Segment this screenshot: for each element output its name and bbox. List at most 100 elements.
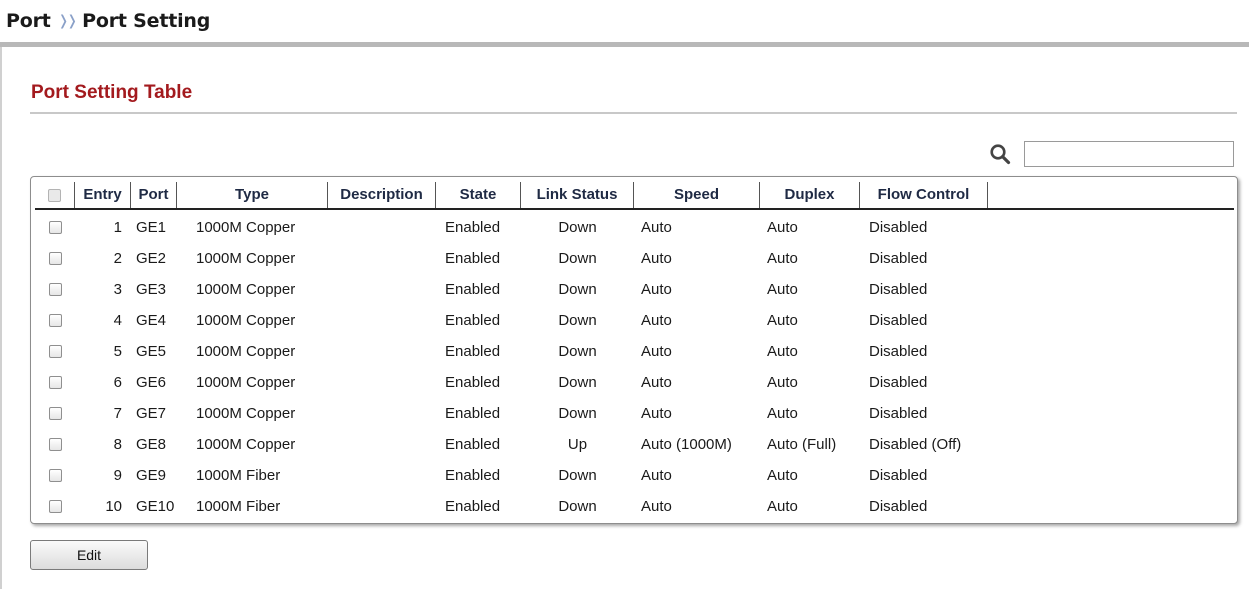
cell-entry: 1 <box>113 219 122 236</box>
search-input[interactable] <box>1024 141 1234 167</box>
cell-speed: Auto <box>641 374 672 391</box>
row-checkbox-cell <box>35 314 75 327</box>
row-checkbox[interactable] <box>48 407 62 420</box>
row-checkbox[interactable] <box>48 469 62 482</box>
cell-type: 1000M Copper <box>196 312 296 329</box>
column-header-link-status[interactable]: Link Status <box>521 182 634 208</box>
table-row[interactable]: 8 GE8 1000M Copper Enabled Up Auto (1000… <box>35 429 1234 460</box>
column-header-duplex[interactable]: Duplex <box>760 182 860 208</box>
edit-button[interactable]: Edit <box>30 540 148 570</box>
table-row[interactable]: 6 GE6 1000M Copper Enabled Down Auto Aut… <box>35 367 1234 398</box>
cell-link-status: Down <box>558 467 597 484</box>
cell-flow-control: Disabled <box>869 250 928 267</box>
cell-flow-control: Disabled (Off) <box>869 436 962 453</box>
cell-link-status: Down <box>558 281 597 298</box>
row-checkbox-cell <box>35 283 75 296</box>
cell-flow-control: Disabled <box>869 281 928 298</box>
row-checkbox[interactable] <box>48 252 62 265</box>
cell-entry: 9 <box>113 467 122 484</box>
cell-flow-control: Disabled <box>869 219 928 236</box>
row-checkbox[interactable] <box>48 438 62 451</box>
table-row[interactable]: 9 GE9 1000M Fiber Enabled Down Auto Auto… <box>35 460 1234 491</box>
row-checkbox-cell <box>35 252 75 265</box>
cell-state: Enabled <box>445 498 501 515</box>
cell-state: Enabled <box>445 436 501 453</box>
cell-link-status: Down <box>558 405 597 422</box>
table-row[interactable]: 4 GE4 1000M Copper Enabled Down Auto Aut… <box>35 305 1234 336</box>
table-body: 1 GE1 1000M Copper Enabled Down Auto Aut… <box>35 212 1234 522</box>
cell-duplex: Auto <box>767 498 798 515</box>
row-checkbox[interactable] <box>48 376 62 389</box>
cell-flow-control: Disabled <box>869 405 928 422</box>
cell-entry: 8 <box>113 436 122 453</box>
left-border <box>0 47 2 589</box>
table-row[interactable]: 5 GE5 1000M Copper Enabled Down Auto Aut… <box>35 336 1234 367</box>
table-header-row: Entry Port Type Description State Link S… <box>35 182 1234 210</box>
cell-entry: 2 <box>113 250 122 267</box>
page-title: Port Setting <box>82 10 211 32</box>
cell-type: 1000M Copper <box>196 281 296 298</box>
column-header-state[interactable]: State <box>436 182 521 208</box>
row-checkbox[interactable] <box>48 345 62 358</box>
column-header-type[interactable]: Type <box>177 182 328 208</box>
table-row[interactable]: 10 GE10 1000M Fiber Enabled Down Auto Au… <box>35 491 1234 522</box>
cell-link-status: Down <box>558 343 597 360</box>
row-checkbox[interactable] <box>48 500 62 513</box>
select-all-cell <box>35 182 75 208</box>
cell-type: 1000M Copper <box>196 405 296 422</box>
cell-duplex: Auto <box>767 405 798 422</box>
cell-speed: Auto (1000M) <box>641 436 732 453</box>
cell-flow-control: Disabled <box>869 498 928 515</box>
table-row[interactable]: 7 GE7 1000M Copper Enabled Down Auto Aut… <box>35 398 1234 429</box>
cell-port: GE5 <box>136 343 167 360</box>
table-row[interactable]: 3 GE3 1000M Copper Enabled Down Auto Aut… <box>35 274 1234 305</box>
column-header-speed[interactable]: Speed <box>634 182 760 208</box>
table-row[interactable]: 2 GE2 1000M Copper Enabled Down Auto Aut… <box>35 243 1234 274</box>
cell-type: 1000M Copper <box>196 343 296 360</box>
title-divider <box>30 112 1237 114</box>
cell-port: GE4 <box>136 312 167 329</box>
cell-port: GE8 <box>136 436 167 453</box>
cell-type: 1000M Fiber <box>196 498 281 515</box>
cell-state: Enabled <box>445 405 501 422</box>
cell-speed: Auto <box>641 405 672 422</box>
row-checkbox[interactable] <box>48 283 62 296</box>
cell-speed: Auto <box>641 312 672 329</box>
cell-port: GE2 <box>136 250 167 267</box>
column-header-port[interactable]: Port <box>131 182 177 208</box>
cell-link-status: Down <box>558 219 597 236</box>
cell-speed: Auto <box>641 250 672 267</box>
breadcrumb-separator-icon: ❭❭ <box>57 13 79 29</box>
cell-duplex: Auto (Full) <box>767 436 837 453</box>
cell-state: Enabled <box>445 374 501 391</box>
cell-entry: 6 <box>113 374 122 391</box>
cell-state: Enabled <box>445 219 501 236</box>
cell-speed: Auto <box>641 467 672 484</box>
cell-flow-control: Disabled <box>869 343 928 360</box>
row-checkbox[interactable] <box>48 314 62 327</box>
table-title: Port Setting Table <box>31 82 193 103</box>
cell-state: Enabled <box>445 467 501 484</box>
cell-speed: Auto <box>641 343 672 360</box>
cell-duplex: Auto <box>767 374 798 391</box>
select-all-checkbox[interactable] <box>48 188 61 202</box>
row-checkbox-cell <box>35 407 75 420</box>
cell-port: GE1 <box>136 219 167 236</box>
cell-type: 1000M Copper <box>196 250 296 267</box>
search-icon[interactable] <box>989 143 1011 165</box>
cell-entry: 5 <box>113 343 122 360</box>
column-header-description[interactable]: Description <box>328 182 436 208</box>
row-checkbox[interactable] <box>48 221 62 234</box>
column-header-entry[interactable]: Entry <box>75 182 131 208</box>
cell-port: GE10 <box>136 498 175 515</box>
cell-type: 1000M Copper <box>196 219 296 236</box>
cell-speed: Auto <box>641 219 672 236</box>
header-divider <box>0 42 1249 47</box>
cell-entry: 10 <box>105 498 122 515</box>
table-row[interactable]: 1 GE1 1000M Copper Enabled Down Auto Aut… <box>35 212 1234 243</box>
cell-state: Enabled <box>445 312 501 329</box>
column-header-flow-control[interactable]: Flow Control <box>860 182 988 208</box>
cell-speed: Auto <box>641 498 672 515</box>
cell-duplex: Auto <box>767 467 798 484</box>
breadcrumb-section[interactable]: Port <box>6 10 51 32</box>
